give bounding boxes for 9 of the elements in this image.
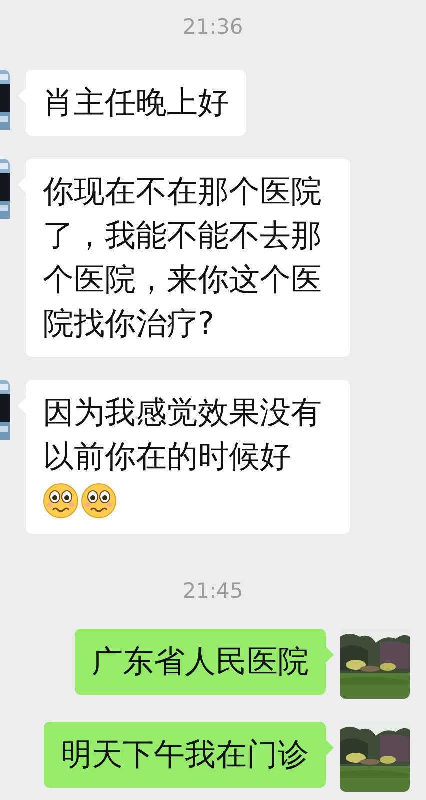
worried-face-icon — [81, 483, 117, 519]
message-bubble: 因为我感觉效果没有以前你在的时候好 — [26, 380, 350, 534]
timestamp: 21:45 — [182, 578, 244, 605]
message-bubble: 肖主任晚上好 — [26, 70, 246, 136]
timestamp: 21:36 — [182, 14, 244, 41]
message-bubble: 广东省人民医院 — [75, 629, 326, 695]
message-bubble: 明天下午我在门诊 — [44, 722, 326, 788]
message-bubble: 你现在不在那个医院了，我能不能不去那个医院，来你这个医院找你治疗? — [26, 159, 350, 357]
worried-face-icon — [43, 483, 79, 519]
